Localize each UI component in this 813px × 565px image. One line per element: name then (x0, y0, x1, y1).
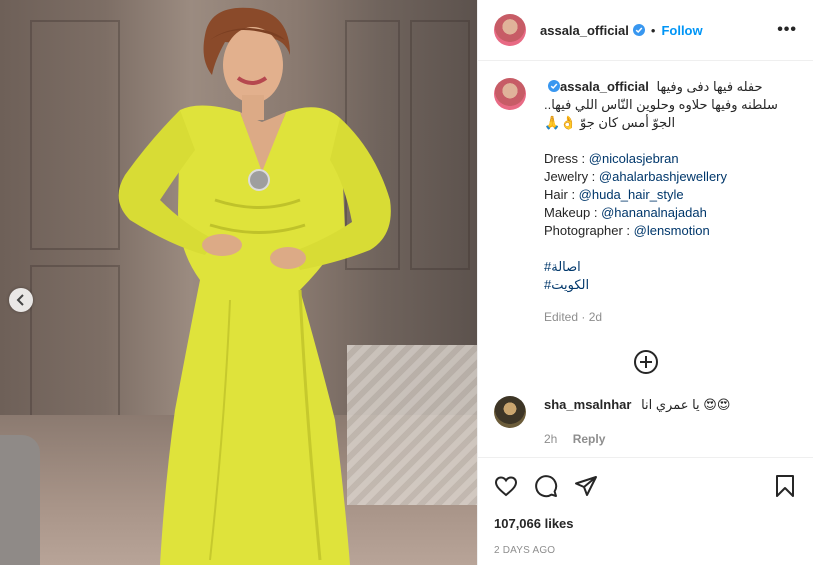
like-button[interactable] (494, 474, 518, 498)
post-date[interactable]: 2 DAYS AGO (494, 545, 797, 556)
load-more-comments-button[interactable] (494, 350, 797, 374)
caption-ar-line3: الجوّ أمس كان جوّ 👌🙏 (544, 115, 676, 130)
credit-photographer: Photographer : @lensmotion (544, 223, 710, 238)
caption-ar-line2: سلطنه وفيها حلاوه وحلوين النّاس اللي فيه… (544, 97, 778, 112)
save-button[interactable] (773, 474, 797, 498)
comment-button[interactable] (534, 474, 558, 498)
separator-dot: • (650, 22, 656, 38)
post-header: assala_official • Follow ••• (478, 0, 813, 61)
share-icon (575, 476, 597, 496)
verified-icon (548, 80, 560, 92)
hashtag-link[interactable]: #الكويت (544, 276, 797, 294)
more-options-button[interactable]: ••• (777, 21, 797, 39)
author-username[interactable]: assala_official (540, 23, 629, 38)
commenter-avatar[interactable] (494, 396, 526, 428)
edited-label: Edited · 2d (544, 310, 603, 324)
caption-author-avatar[interactable] (494, 78, 526, 110)
heart-icon (494, 476, 518, 497)
more-icon: ••• (777, 21, 797, 38)
comment-meta: 2h Reply (544, 430, 730, 448)
comment-icon (535, 475, 558, 498)
caption-ar-line1: حفله فيها دفى وفيها (656, 79, 763, 94)
caption-first-line: حفله فيها دفى وفيها assala_official (544, 78, 797, 96)
action-icons (494, 458, 797, 514)
comment-reply-button[interactable]: Reply (573, 432, 606, 446)
verified-icon (632, 24, 645, 36)
credit-jewelry: Jewelry : @ahalarbashjewellery (544, 169, 728, 184)
hashtag-link[interactable]: #اصالة (544, 258, 797, 276)
load-more-icon (633, 350, 658, 374)
author-avatar[interactable] (494, 14, 526, 46)
mention-link[interactable]: @lensmotion (634, 223, 710, 238)
mention-link[interactable]: @nicolasjebran (589, 151, 679, 166)
caption: حفله فيها دفى وفيها assala_official سلطن… (494, 78, 797, 326)
comment-time: 2h (544, 432, 558, 446)
likes-count[interactable]: 107,066 likes (494, 516, 797, 531)
credit-makeup: Makeup : @hananalnajadah (544, 205, 707, 220)
commenter-username[interactable]: sha_msalnhar (544, 397, 631, 412)
comment: sha_msalnhar يا عمري انا 😍😍 2h Reply (494, 396, 797, 448)
mention-link[interactable]: @ahalarbashjewellery (599, 169, 727, 184)
caption-body: حفله فيها دفى وفيها assala_official سلطن… (544, 78, 797, 326)
mention-link[interactable]: @hananalnajadah (601, 205, 707, 220)
post-sidebar: assala_official • Follow ••• حفله فيها د… (477, 0, 813, 565)
woman-in-yellow-dress (118, 7, 391, 565)
follow-button[interactable]: Follow (661, 23, 702, 38)
credit-dress: Dress : @nicolasjebran (544, 151, 679, 166)
mention-link[interactable]: @huda_hair_style (579, 187, 684, 202)
post-actions: 107,066 likes 2 DAYS AGO (478, 457, 813, 556)
comments-scroll[interactable]: حفله فيها دفى وفيها assala_official سلطن… (478, 62, 813, 457)
bookmark-icon (776, 475, 794, 497)
credit-hair: Hair : @huda_hair_style (544, 187, 684, 202)
carousel-prev-button[interactable] (9, 288, 33, 312)
share-button[interactable] (574, 474, 598, 498)
comment-text: يا عمري انا 😍😍 (641, 397, 731, 412)
comment-body: sha_msalnhar يا عمري انا 😍😍 2h Reply (544, 396, 730, 448)
post-image[interactable] (0, 0, 477, 565)
chevron-left-icon (16, 294, 24, 306)
caption-username[interactable]: assala_official (560, 79, 649, 94)
